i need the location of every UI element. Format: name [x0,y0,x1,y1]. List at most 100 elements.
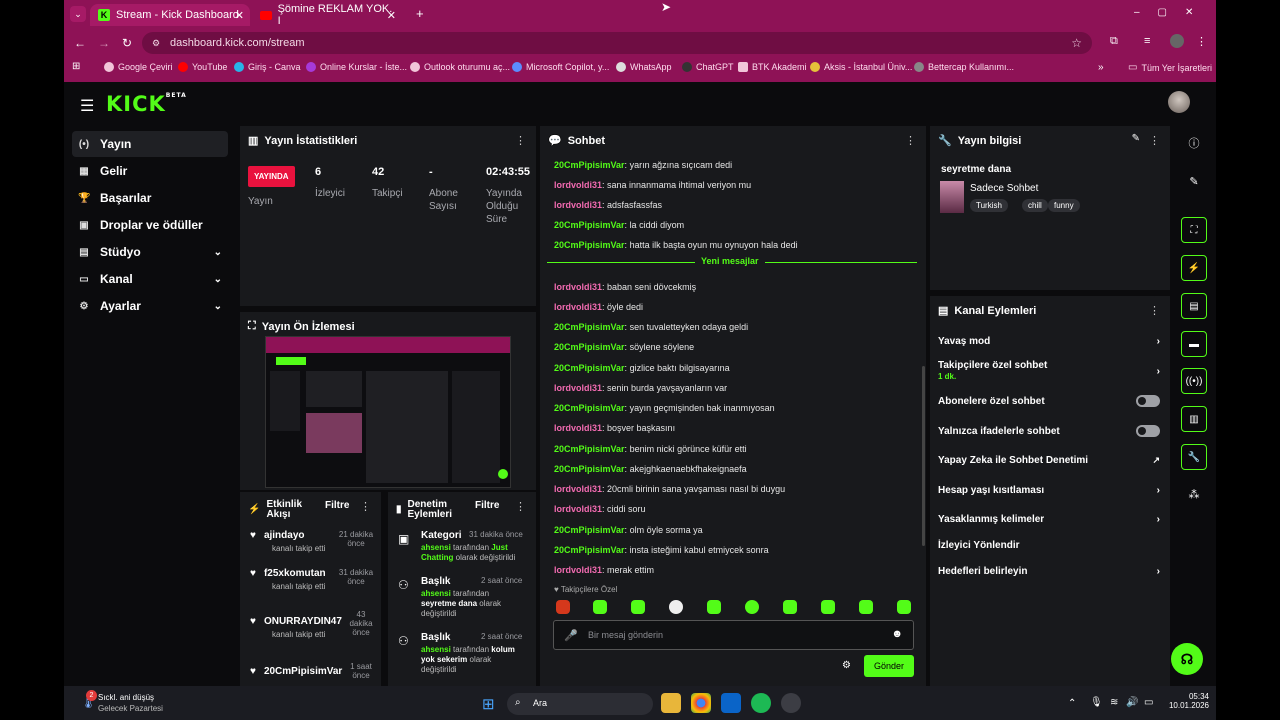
more-options-icon[interactable]: ⋮ [1149,304,1160,317]
pencil-icon[interactable]: ✎ [1181,168,1207,194]
subscribers-only-toggle[interactable] [1136,395,1160,407]
chat-username[interactable]: 20CmPipisimVar [554,160,625,170]
emote-icon[interactable] [707,600,721,614]
emote-icon[interactable] [669,600,683,614]
app-icon[interactable] [781,693,801,713]
back-icon[interactable]: ← [74,36,86,50]
tag-chip[interactable]: Turkish [970,199,1008,212]
microphone-icon[interactable]: 🎙 [1090,697,1103,708]
chat-username[interactable]: 20CmPipisimVar [554,525,625,535]
bolt-icon[interactable]: ⚡ [1181,255,1207,281]
avatar[interactable] [1168,91,1190,113]
extensions-icon[interactable]: ⧉ [1110,35,1118,48]
chat-username[interactable]: lordvoldi31 [554,302,602,312]
chat-username[interactable]: 20CmPipisimVar [554,545,625,555]
preview-toggle-icon[interactable]: ⛶ [1181,217,1207,243]
kick-logo[interactable]: KICKBETA [106,92,187,116]
subscribers-only-row[interactable]: Abonelere özel sohbet [938,395,1160,407]
edit-icon[interactable]: ✎ [1132,133,1140,144]
emote-icon[interactable] [593,600,607,614]
chat-username[interactable]: lordvoldi31 [554,383,602,393]
profile-icon[interactable] [1170,34,1184,48]
preview-video[interactable] [265,336,511,488]
more-options-icon[interactable]: ⋮ [515,134,526,147]
site-info-icon[interactable]: ⚙ [152,38,160,49]
emote-icon[interactable] [556,600,570,614]
reload-icon[interactable]: ↻ [122,36,132,50]
wifi-icon[interactable]: ≋ [1110,697,1118,708]
bookmark-item[interactable]: YouTube [178,62,227,72]
emote-only-toggle[interactable] [1136,425,1160,437]
window-controls[interactable]: –▢✕ [1134,7,1211,18]
apps-icon[interactable]: ⁂ [1181,481,1207,507]
sidebar-item-channel[interactable]: ▭ Kanal ⌄ [72,266,228,292]
chat-bubble-icon[interactable]: ▬ [1181,331,1207,357]
document-icon[interactable]: ▤ [1181,293,1207,319]
tag-chip[interactable]: funny [1048,199,1080,212]
battery-icon[interactable]: ▭ [1144,697,1153,708]
broadcast-icon[interactable]: ((•)) [1181,368,1207,394]
banned-words-row[interactable]: Yasaklanmış kelimeler › [938,514,1160,525]
emoji-icon[interactable]: ☻ [891,628,903,640]
all-bookmarks[interactable]: ▭ Tüm Yer İşaretleri [1128,62,1212,73]
bookmark-item[interactable]: Giriş - Canva [234,62,301,72]
sidebar-item-studio[interactable]: ▤ Stüdyo ⌄ [72,239,228,265]
chat-username[interactable]: 20CmPipisimVar [554,240,625,250]
sidebar-item-stream[interactable]: (•) Yayın [72,131,228,157]
account-age-row[interactable]: Hesap yaşı kısıtlaması › [938,485,1160,496]
raid-row[interactable]: İzleyici Yönlendir [938,540,1160,551]
sidebar-item-achievements[interactable]: 🏆 Başarılar [72,185,228,211]
emote-icon[interactable] [821,600,835,614]
followers-only-row[interactable]: Takipçilere özel sohbet 1 dk. › [938,360,1160,382]
tag-chip[interactable]: chill [1022,199,1048,212]
chat-username[interactable]: lordvoldi31 [554,282,602,292]
chat-username[interactable]: lordvoldi31 [554,504,602,514]
media-icon[interactable]: ≡ [1144,35,1150,47]
send-button[interactable]: Gönder [864,655,914,677]
taskbar-search[interactable]: ⌕ Ara [507,693,653,715]
emote-icon[interactable] [745,600,759,614]
emote-icon[interactable] [631,600,645,614]
close-tab-icon[interactable]: ✕ [235,9,244,22]
bookmark-item[interactable]: Microsoft Copilot, y... [512,62,609,72]
bookmark-item[interactable]: ChatGPT [682,62,734,72]
close-tab-icon[interactable]: ✕ [387,9,396,22]
more-options-icon[interactable]: ⋮ [360,500,371,513]
info-icon[interactable]: ⓘ [1181,130,1207,156]
chat-username[interactable]: 20CmPipisimVar [554,363,625,373]
emote-icon[interactable] [859,600,873,614]
chat-username[interactable]: 20CmPipisimVar [554,464,625,474]
bookmark-item[interactable]: Online Kurslar - İste... [306,62,407,72]
chat-username[interactable]: lordvoldi31 [554,484,602,494]
more-bookmarks-icon[interactable]: » [1098,62,1104,73]
bookmark-item[interactable]: Google Çeviri [104,62,173,72]
menu-icon[interactable]: ⋮ [1196,35,1207,48]
tab-video[interactable]: Şömine REKLAM YOK. I ✕ [252,3,402,27]
layout-icon[interactable]: ▥ [1181,406,1207,432]
bookmark-item[interactable]: Aksis - İstanbul Üniv... [810,62,912,72]
bookmark-item[interactable]: WhatsApp [616,62,672,72]
chat-input[interactable]: 🎤 Bir mesaj gönderin ☻ [553,620,914,650]
sidebar-item-settings[interactable]: ⚙ Ayarlar ⌄ [72,293,228,319]
chat-scrollbar[interactable] [922,366,925,546]
windows-start-icon[interactable]: ⊞ [482,695,495,713]
chat-username[interactable]: lordvoldi31 [554,565,602,575]
more-options-icon[interactable]: ⋮ [515,500,526,513]
file-explorer-icon[interactable] [661,693,681,713]
slow-mode-row[interactable]: Yavaş mod › [938,336,1160,347]
forward-icon[interactable]: → [98,36,110,50]
tab-list-icon[interactable]: ⌄ [70,6,86,22]
more-options-icon[interactable]: ⋮ [905,134,916,147]
emote-only-row[interactable]: Yalnızca ifadelerle sohbet [938,425,1160,437]
chrome-icon[interactable] [691,693,711,713]
new-tab-icon[interactable]: + [416,6,424,21]
microphone-icon[interactable]: 🎤 [564,629,578,642]
chat-username[interactable]: 20CmPipisimVar [554,342,625,352]
emote-icon[interactable] [783,600,797,614]
bookmark-star-icon[interactable]: ☆ [1071,36,1082,50]
bookmark-item[interactable]: BTK Akademi [738,62,807,72]
emote-icon[interactable] [897,600,911,614]
hamburger-menu-icon[interactable]: ☰ [80,96,94,116]
bookmark-item[interactable]: Outlook oturumu aç... [410,62,510,72]
volume-icon[interactable]: 🔊 [1126,697,1138,708]
